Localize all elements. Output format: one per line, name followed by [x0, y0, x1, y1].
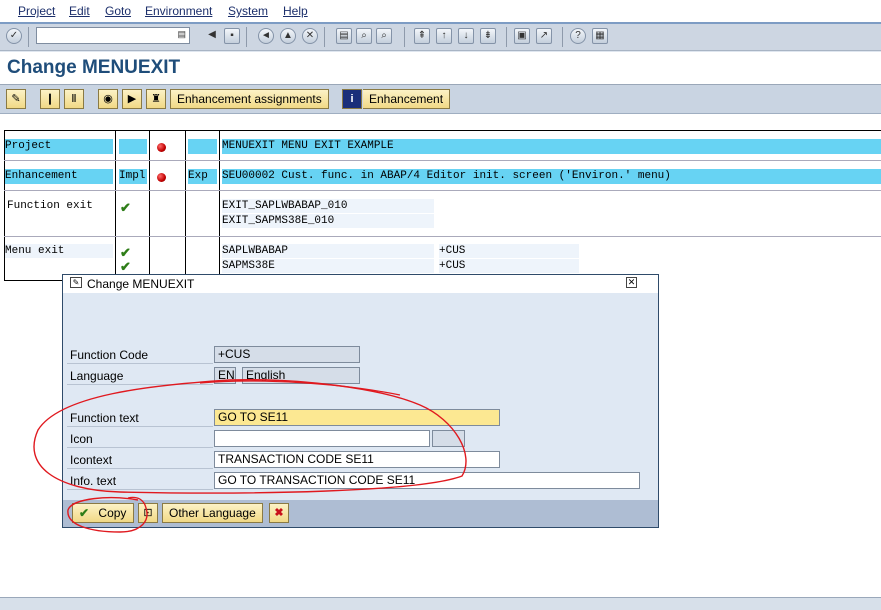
function-exit-check-icon: ✔: [120, 200, 131, 215]
function-text-input[interactable]: GO TO SE11: [214, 409, 500, 426]
menu-help[interactable]: Help: [283, 4, 308, 18]
function-code-field: +CUS: [214, 346, 360, 363]
menu-goto[interactable]: Goto: [105, 4, 131, 18]
copy-button-label: Copy: [98, 506, 127, 520]
function-exit-1[interactable]: EXIT_SAPLWBABAP_010: [222, 199, 434, 213]
function-code-label: Function Code: [70, 348, 149, 362]
deactivate-icon[interactable]: Ⅱ: [64, 89, 84, 109]
cancel-icon[interactable]: ✕: [302, 28, 318, 44]
icontext-input[interactable]: TRANSACTION CODE SE11: [214, 451, 500, 468]
enhancement-assignments-button[interactable]: Enhancement assignments: [170, 89, 329, 109]
project-label: Project: [5, 139, 113, 154]
menu-system[interactable]: System: [228, 4, 268, 18]
language-code-field: EN: [214, 367, 236, 384]
copy-check-icon: ✔: [79, 506, 90, 520]
menu-environment[interactable]: Environment: [145, 4, 212, 18]
icon-label: Icon: [70, 432, 93, 446]
language-name-field: English: [242, 367, 360, 384]
project-description[interactable]: MENUEXIT MENU EXIT EXAMPLE: [222, 139, 881, 154]
previous-page-icon[interactable]: ↑: [436, 28, 452, 44]
function-exit-label: Function exit: [7, 200, 93, 212]
menu-exit-check-icon-1: ✔: [120, 245, 131, 260]
info-icon[interactable]: i: [342, 89, 362, 109]
menu-exit-program-1[interactable]: SAPLWBABAP: [222, 244, 434, 258]
other-language-button[interactable]: Other Language: [162, 503, 263, 523]
first-page-icon[interactable]: ⇞: [414, 28, 430, 44]
activate-project-icon[interactable]: ▶: [122, 89, 142, 109]
layout-menu-icon[interactable]: ▦: [592, 28, 608, 44]
dialog-title: Change MENUEXIT: [87, 277, 195, 291]
status-bar: [0, 597, 881, 610]
icontext-label: Icontext: [70, 453, 113, 467]
menu-exit-label: Menu exit: [5, 244, 113, 258]
save-icon[interactable]: ▪: [224, 28, 240, 44]
print-icon[interactable]: ▤: [336, 28, 352, 44]
infotext-label: Info. text: [70, 474, 117, 488]
attributes-icon[interactable]: ⊡: [138, 503, 158, 523]
enhancement-button[interactable]: Enhancement: [363, 89, 451, 109]
function-text-label: Function text: [70, 411, 139, 425]
project-blank-cell-2: [188, 139, 217, 154]
menu-bar: Project Edit Goto Environment System Hel…: [0, 0, 881, 24]
find-icon[interactable]: ⌕: [356, 28, 372, 44]
find-next-icon[interactable]: ⌕: [376, 28, 392, 44]
menu-edit[interactable]: Edit: [69, 4, 90, 18]
copy-button[interactable]: ✔ Copy: [72, 503, 134, 523]
menu-exit-check-icon-2: ✔: [120, 259, 131, 274]
project-status-red-icon: [157, 143, 166, 152]
dialog-close-icon[interactable]: ✕: [626, 277, 637, 288]
menu-exit-program-2[interactable]: SAPMS38E: [222, 259, 434, 273]
project-blank-cell: [119, 139, 147, 154]
transport-icon[interactable]: ♜: [146, 89, 166, 109]
enhancement-status-red-icon: [157, 173, 166, 182]
last-page-icon[interactable]: ⇟: [480, 28, 496, 44]
infotext-input[interactable]: GO TO TRANSACTION CODE SE11: [214, 472, 640, 489]
back-icon[interactable]: ◄: [258, 28, 274, 44]
function-exit-2[interactable]: EXIT_SAPMS38E_010: [222, 214, 434, 228]
page-title: Change MENUEXIT: [7, 57, 181, 78]
icon-input[interactable]: [214, 430, 430, 447]
exit-icon[interactable]: ▲: [280, 28, 296, 44]
back-arrow-icon[interactable]: ◀: [204, 28, 220, 44]
display-change-icon[interactable]: ✎: [6, 89, 26, 109]
enhancement-description[interactable]: SEU00002 Cust. func. in ABAP/4 Editor in…: [222, 169, 881, 184]
cancel-x-icon[interactable]: ✖: [269, 503, 289, 523]
menu-exit-code-1[interactable]: +CUS: [439, 244, 579, 258]
enter-icon[interactable]: ✓: [6, 28, 22, 44]
dialog-edit-icon: ✎: [70, 277, 82, 288]
shortcut-icon[interactable]: ↗: [536, 28, 552, 44]
menu-exit-code-2[interactable]: +CUS: [439, 259, 579, 273]
enhancement-exp: Exp: [188, 169, 217, 184]
command-field-dropdown-icon[interactable]: ▤: [177, 29, 186, 40]
next-page-icon[interactable]: ↓: [458, 28, 474, 44]
new-session-icon[interactable]: ▣: [514, 28, 530, 44]
icon-preview-field: [432, 430, 465, 447]
help-icon[interactable]: ?: [570, 28, 586, 44]
enhancement-impl: Impl: [119, 169, 147, 184]
language-label: Language: [70, 369, 124, 383]
command-field[interactable]: ▤: [36, 27, 190, 44]
check-icon[interactable]: ◉: [98, 89, 118, 109]
menu-project[interactable]: Project: [18, 4, 55, 18]
activate-icon[interactable]: ❙: [40, 89, 60, 109]
enhancement-label: Enhancement: [5, 169, 113, 184]
